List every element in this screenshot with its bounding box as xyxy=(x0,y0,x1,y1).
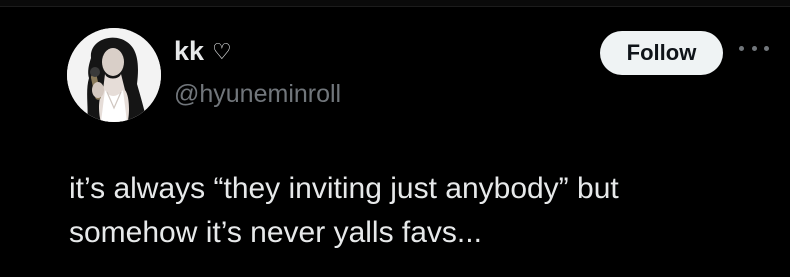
follow-button[interactable]: Follow xyxy=(600,31,723,75)
profile-photo-image xyxy=(67,28,161,122)
user-handle[interactable]: @hyuneminroll xyxy=(174,80,341,109)
heart-outline-icon: ♡ xyxy=(212,38,232,64)
display-name[interactable]: kk ♡ xyxy=(174,36,232,67)
tweet-text-line: it’s always “they inviting just anybody”… xyxy=(69,172,619,205)
more-dot xyxy=(739,45,744,51)
avatar[interactable] xyxy=(67,28,161,122)
more-options-icon[interactable] xyxy=(739,40,769,56)
tweet-text: it’s always “they inviting just anybody”… xyxy=(69,167,769,255)
tweet-text-line: somehow it’s never yalls favs... xyxy=(69,216,482,249)
more-dot xyxy=(764,45,769,51)
display-name-text[interactable]: kk xyxy=(174,36,204,67)
more-dot xyxy=(751,45,757,51)
top-divider xyxy=(0,0,790,7)
